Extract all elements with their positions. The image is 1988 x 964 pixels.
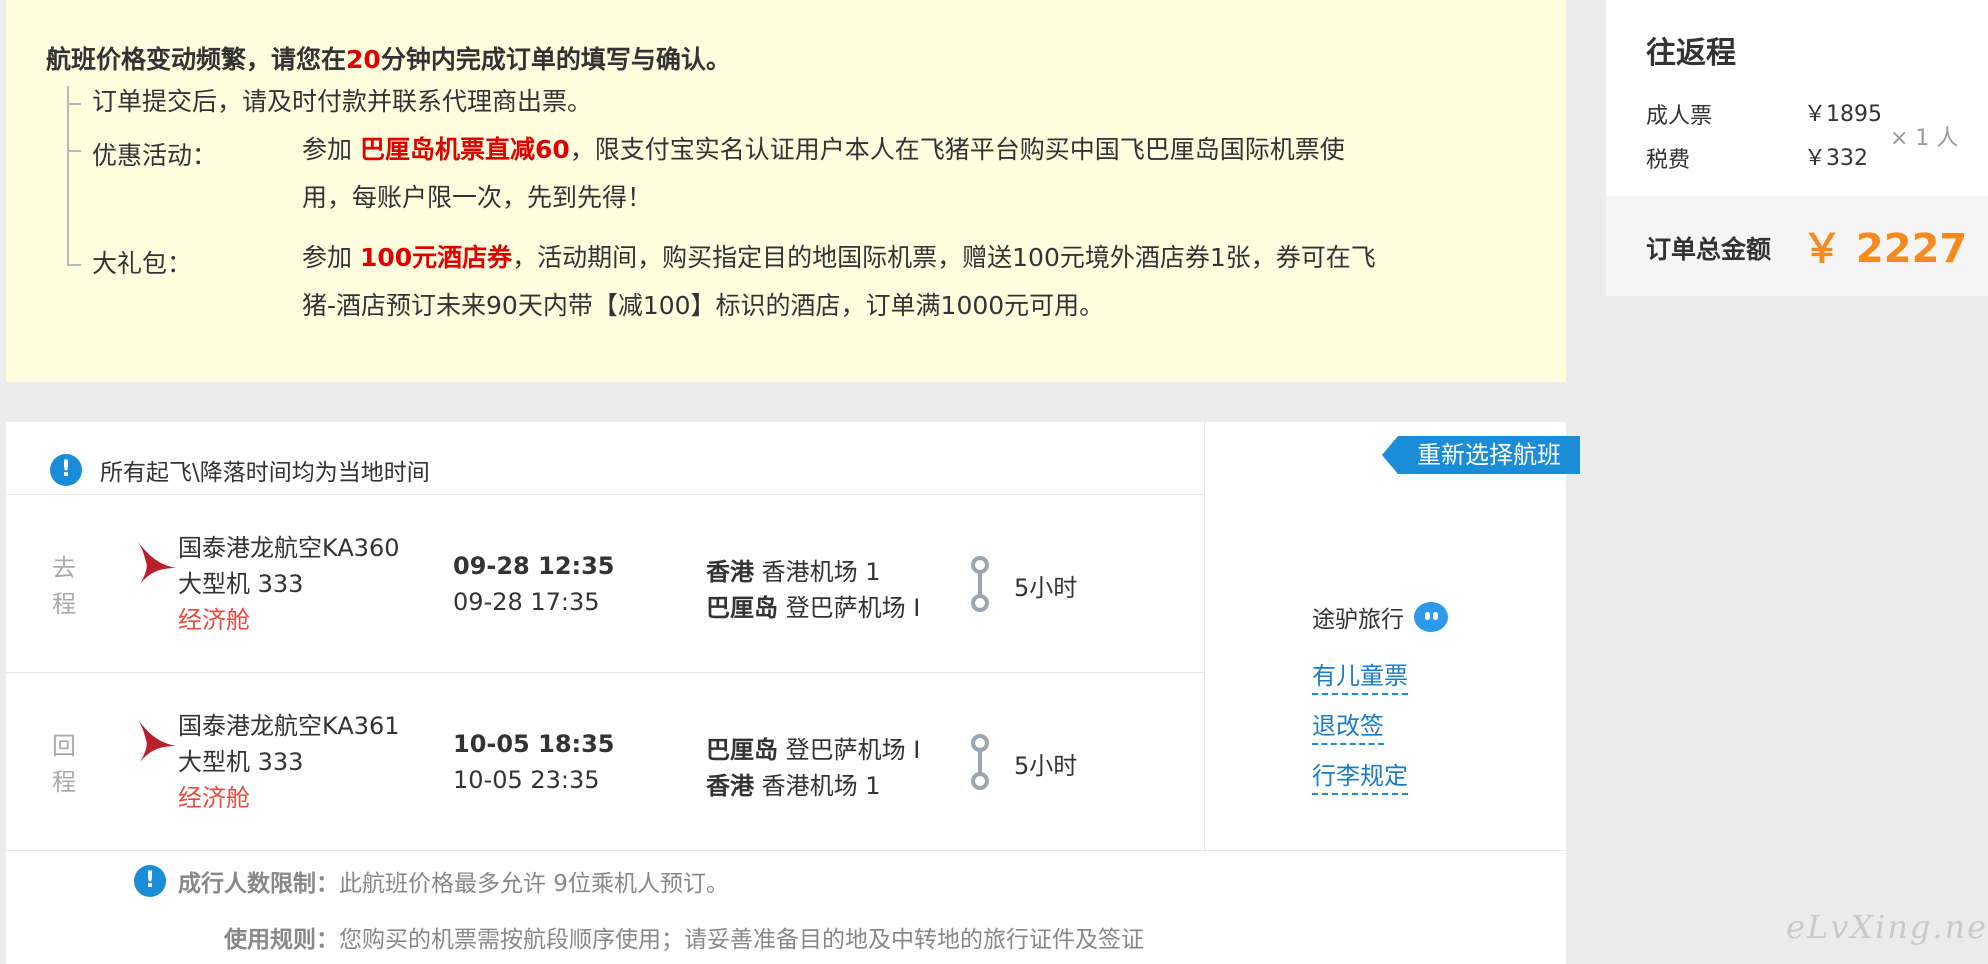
tree-tick: [67, 103, 81, 105]
cathay-logo-icon: [138, 720, 176, 762]
flight-duration: 5小时: [1014, 574, 1078, 602]
tree-tick: [67, 264, 81, 266]
agent-panel: 重新选择航班 途驴旅行 有儿童票 退改签 行李规定: [1204, 422, 1580, 850]
leg-direction: 回程: [52, 732, 76, 796]
trip-type: 往返程: [1646, 36, 1736, 71]
info-icon: !: [50, 454, 82, 486]
tuniu-logo-icon: [1414, 602, 1448, 632]
arrival-airport: 巴厘岛 登巴萨机场 I: [706, 594, 921, 622]
gift-highlight: 100元酒店券: [359, 243, 513, 272]
carrier-info: 国泰港龙航空KA360 大型机 333 经济舱: [178, 530, 400, 638]
notice-minutes: 20: [346, 45, 381, 74]
passenger-limit: ! 成行人数限制： 此航班价格最多允许 9位乘机人预订。: [134, 864, 729, 898]
carrier-info: 国泰港龙航空KA361 大型机 333 经济舱: [178, 708, 400, 816]
cabin-class: 经济舱: [178, 784, 250, 812]
total-value: ￥ 2227: [1802, 226, 1968, 272]
total-label: 订单总金额: [1646, 235, 1772, 264]
promo-text: 参加 巴厘岛机票直减60，限支付宝实名认证用户本人在飞猪平台购买中国飞巴厘岛国际…: [302, 135, 1345, 212]
departure-airport: 香港 香港机场 1: [706, 558, 881, 586]
time-note: ! 所有起飞\降落时间均为当地时间: [50, 440, 430, 500]
limit-label: 成行人数限制：: [178, 871, 339, 897]
airline-name: 国泰港龙航空KA360: [178, 534, 400, 562]
leg-direction: 去程: [52, 554, 76, 618]
flight-card: ! 所有起飞\降落时间均为当地时间 去程 国泰港龙航空KA360 大型机 333…: [6, 422, 1580, 964]
usage-rules: 使用规则：您购买的机票需按航段顺序使用；请妥善准备目的地及中转地的旅行证件及签证: [224, 920, 1144, 954]
child-ticket-link[interactable]: 有儿童票: [1312, 656, 1408, 695]
divider: [6, 850, 1566, 851]
price-notice-panel: 航班价格变动频繁，请您在20分钟内完成订单的填写与确认。 订单提交后，请及时付款…: [6, 0, 1566, 382]
flight-list: ! 所有起飞\降落时间均为当地时间 去程 国泰港龙航空KA360 大型机 333…: [6, 422, 1205, 850]
tax-label: 税费: [1646, 148, 1691, 173]
refund-change-link[interactable]: 退改签: [1312, 706, 1384, 745]
gift-text: 参加 100元酒店券，活动期间，购买指定目的地国际机票，赠送100元境外酒店券1…: [302, 243, 1376, 320]
total-band: 订单总金额 ￥ 2227: [1606, 196, 1988, 296]
rules-text: 您购买的机票需按航段顺序使用；请妥善准备目的地及中转地的旅行证件及签证: [339, 927, 1144, 953]
agent-name: 途驴旅行: [1312, 600, 1448, 634]
adult-fare-value: ￥1895: [1804, 102, 1882, 127]
watermark: eLvXing.net: [1786, 908, 1988, 946]
arrival-time: 09-28 17:35: [453, 588, 600, 616]
departure-time: 10-05 18:35: [453, 730, 615, 758]
tax-value: ￥332: [1804, 146, 1868, 171]
notice-title: 航班价格变动频繁，请您在20分钟内完成订单的填写与确认。: [46, 45, 731, 74]
airline-name: 国泰港龙航空KA361: [178, 712, 400, 740]
rules-label: 使用规则：: [224, 927, 339, 953]
promo-label: 优惠活动：: [92, 141, 218, 170]
cathay-logo-icon: [138, 542, 176, 584]
baggage-rules-link[interactable]: 行李规定: [1312, 756, 1408, 795]
time-note-text: 所有起飞\降落时间均为当地时间: [100, 460, 430, 486]
divider: [6, 672, 1204, 673]
departure-airport: 巴厘岛 登巴萨机场 I: [706, 736, 921, 764]
route-icon: [971, 556, 989, 612]
adult-fare-label: 成人票: [1646, 104, 1713, 129]
cabin-class: 经济舱: [178, 606, 250, 634]
notice-item-payment: 订单提交后，请及时付款并联系代理商出票。: [92, 87, 593, 116]
aircraft-type: 大型机 333: [178, 748, 304, 776]
arrival-airport: 香港 香港机场 1: [706, 772, 881, 800]
passenger-multiplier: × 1 人: [1890, 126, 1959, 151]
reselect-flight-button[interactable]: 重新选择航班: [1382, 436, 1580, 474]
tree-tick: [67, 150, 81, 152]
promo-highlight: 巴厘岛机票直减60: [359, 135, 570, 164]
limit-text: 此航班价格最多允许 9位乘机人预订。: [339, 871, 729, 897]
price-summary: 往返程 成人票 ￥1895 税费 ￥332 × 1 人 订单总金额 ￥ 2227: [1606, 0, 1988, 296]
flight-duration: 5小时: [1014, 752, 1078, 780]
notice-tree-line: [67, 86, 69, 266]
divider: [6, 494, 1204, 495]
arrival-time: 10-05 23:35: [453, 766, 600, 794]
aircraft-type: 大型机 333: [178, 570, 304, 598]
info-icon: !: [134, 865, 166, 897]
flight-leg-outbound: 去程 国泰港龙航空KA360 大型机 333 经济舱 09-28 12:35 0…: [6, 496, 1204, 672]
gift-label: 大礼包：: [92, 249, 193, 278]
departure-time: 09-28 12:35: [453, 552, 615, 580]
route-icon: [971, 734, 989, 790]
flight-leg-return: 回程 国泰港龙航空KA361 大型机 333 经济舱 10-05 18:35 1…: [6, 674, 1204, 850]
